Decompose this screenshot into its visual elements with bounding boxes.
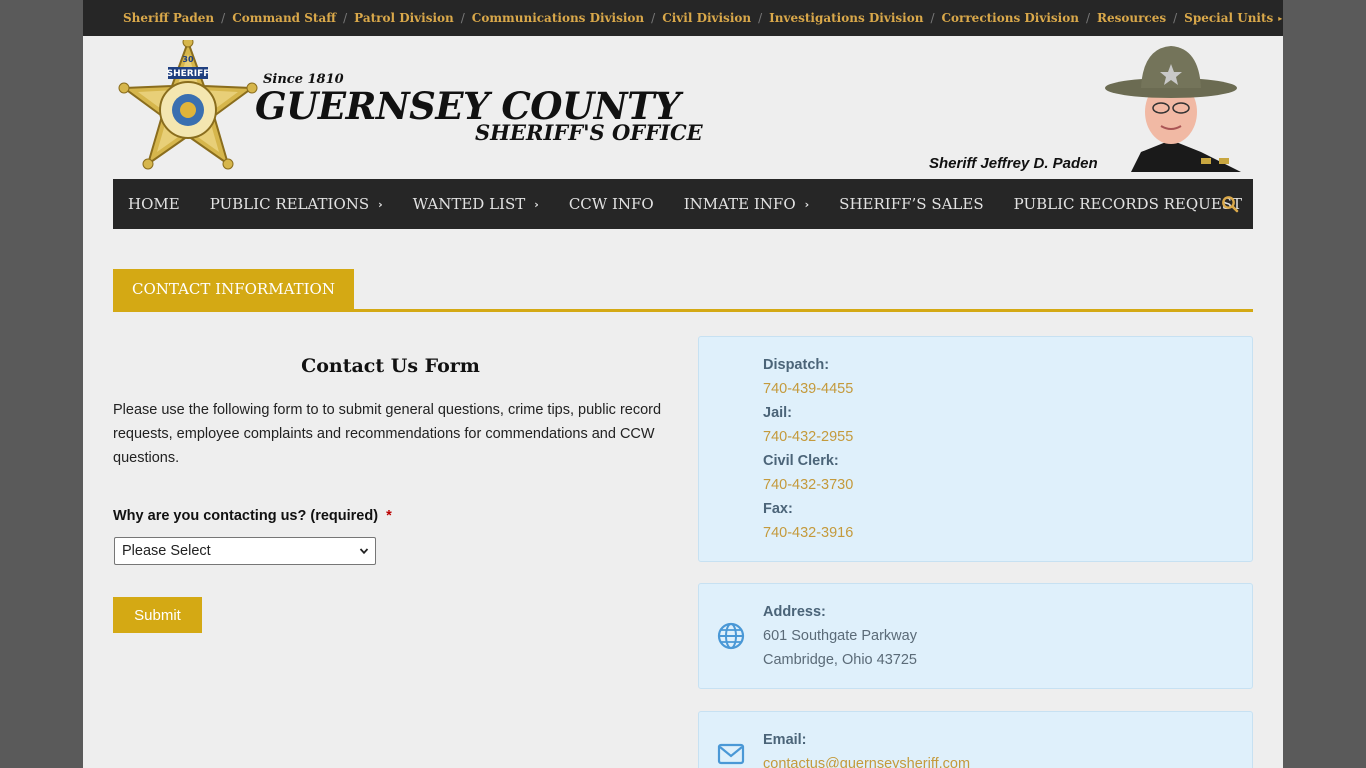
- email-card: Email: contactus@guernseysheriff.com: [698, 711, 1253, 768]
- globe-icon: [717, 622, 745, 650]
- nav-sheriffs-sales[interactable]: SHERIFF’S SALES: [839, 195, 983, 213]
- separator: /: [1173, 11, 1178, 25]
- chevron-right-icon: ›: [534, 197, 539, 211]
- fax-phone-link[interactable]: 740-432-3916: [763, 525, 853, 541]
- main-nav: HOME PUBLIC RELATIONS › WANTED LIST › CCW …: [113, 179, 1253, 229]
- dispatch-phone-link[interactable]: 740-439-4455: [763, 381, 853, 397]
- dispatch-label: Dispatch:: [763, 357, 830, 373]
- sheriff-portrait: [1105, 46, 1241, 172]
- nav-wanted-list[interactable]: WANTED LIST ›: [413, 195, 539, 213]
- separator: /: [930, 11, 935, 25]
- required-marker: *: [386, 508, 392, 524]
- top-nav-civil-division[interactable]: Civil Division: [662, 11, 751, 25]
- phone-numbers-card: Dispatch: 740-439-4455 Jail: 740-432-295…: [698, 336, 1253, 562]
- jail-phone-link[interactable]: 740-432-2955: [763, 429, 853, 445]
- jail-label: Jail:: [763, 405, 793, 421]
- email-link[interactable]: contactus@guernseysheriff.com: [763, 756, 970, 768]
- top-nav-corrections-division[interactable]: Corrections Division: [941, 11, 1078, 25]
- separator: /: [221, 11, 226, 25]
- separator: /: [651, 11, 656, 25]
- top-nav-sheriff-paden[interactable]: Sheriff Paden: [123, 11, 214, 25]
- section-tab-contact-information: CONTACT INFORMATION: [113, 269, 354, 309]
- nav-inmate-info[interactable]: INMATE INFO ›: [684, 195, 809, 213]
- top-nav-command-staff[interactable]: Command Staff: [232, 11, 336, 25]
- address-line-2: Cambridge, Ohio 43725: [763, 652, 917, 668]
- section-divider: [113, 309, 1253, 312]
- chevron-down-icon: [359, 548, 369, 555]
- search-icon[interactable]: [1221, 195, 1239, 213]
- envelope-icon: [717, 743, 745, 765]
- separator: /: [343, 11, 348, 25]
- contact-reason-select[interactable]: Please Select: [114, 537, 376, 565]
- select-value: Please Select: [122, 543, 211, 559]
- separator: /: [460, 11, 465, 25]
- badge-title: SHERIFF: [167, 69, 210, 79]
- form-title: Contact Us Form: [301, 355, 480, 377]
- separator: /: [758, 11, 763, 25]
- nav-ccw-info[interactable]: CCW INFO: [569, 195, 654, 213]
- civil-clerk-label: Civil Clerk:: [763, 453, 839, 469]
- chevron-right-icon: ›: [804, 197, 810, 211]
- civil-clerk-phone-link[interactable]: 740-432-3730: [763, 477, 853, 493]
- caret-right-icon[interactable]: ▸: [1278, 14, 1282, 23]
- nav-public-relations-label: PUBLIC RELATIONS: [209, 195, 370, 213]
- page: Sheriff Paden / Command Staff / Patrol D…: [83, 0, 1283, 768]
- nav-sheriffs-sales-label: SHERIFF’S SALES: [839, 195, 984, 213]
- nav-public-records-request[interactable]: PUBLIC RECORDS REQUEST: [1014, 195, 1242, 213]
- top-nav-communications-division[interactable]: Communications Division: [472, 11, 644, 25]
- nav-ccw-info-label: CCW INFO: [568, 195, 654, 213]
- address-line-1: 601 Southgate Parkway: [763, 628, 917, 644]
- chevron-right-icon: ›: [378, 197, 383, 211]
- separator: /: [1085, 11, 1090, 25]
- sheriff-caption: Sheriff Jeffrey D. Paden: [929, 155, 1098, 172]
- top-nav-investigations-division[interactable]: Investigations Division: [769, 11, 923, 25]
- address-label: Address:: [763, 604, 826, 620]
- sheriff-badge-logo[interactable]: SHERIFF 30: [118, 40, 258, 176]
- top-nav-special-units[interactable]: Special Units: [1184, 11, 1273, 25]
- top-nav-resources[interactable]: Resources: [1097, 11, 1166, 25]
- form-intro: Please use the following form to to subm…: [113, 402, 662, 466]
- site-header: SHERIFF 30 Since 1810 GUERNSEY COUNTY SH…: [83, 36, 1283, 179]
- top-utility-nav: Sheriff Paden / Command Staff / Patrol D…: [83, 0, 1283, 36]
- nav-public-records-request-label: PUBLIC RECORDS REQUEST: [1013, 195, 1243, 213]
- nav-inmate-info-label: INMATE INFO: [683, 195, 796, 213]
- fax-label: Fax:: [763, 501, 793, 517]
- email-label: Email:: [763, 732, 807, 748]
- nav-home-label: HOME: [128, 195, 180, 213]
- nav-wanted-list-label: WANTED LIST: [412, 195, 526, 213]
- contact-reason-label-text: Why are you contacting us? (required): [113, 508, 379, 524]
- nav-public-relations[interactable]: PUBLIC RELATIONS ›: [210, 195, 383, 213]
- site-subtitle: SHERIFF'S OFFICE: [475, 120, 703, 145]
- top-nav-patrol-division[interactable]: Patrol Division: [354, 11, 454, 25]
- contact-reason-label: Why are you contacting us? (required) *: [113, 508, 392, 524]
- address-card: Address: 601 Southgate Parkway Cambridge…: [698, 583, 1253, 689]
- badge-number: 30: [182, 55, 194, 64]
- submit-button[interactable]: Submit: [113, 597, 202, 633]
- nav-home[interactable]: HOME: [128, 195, 180, 213]
